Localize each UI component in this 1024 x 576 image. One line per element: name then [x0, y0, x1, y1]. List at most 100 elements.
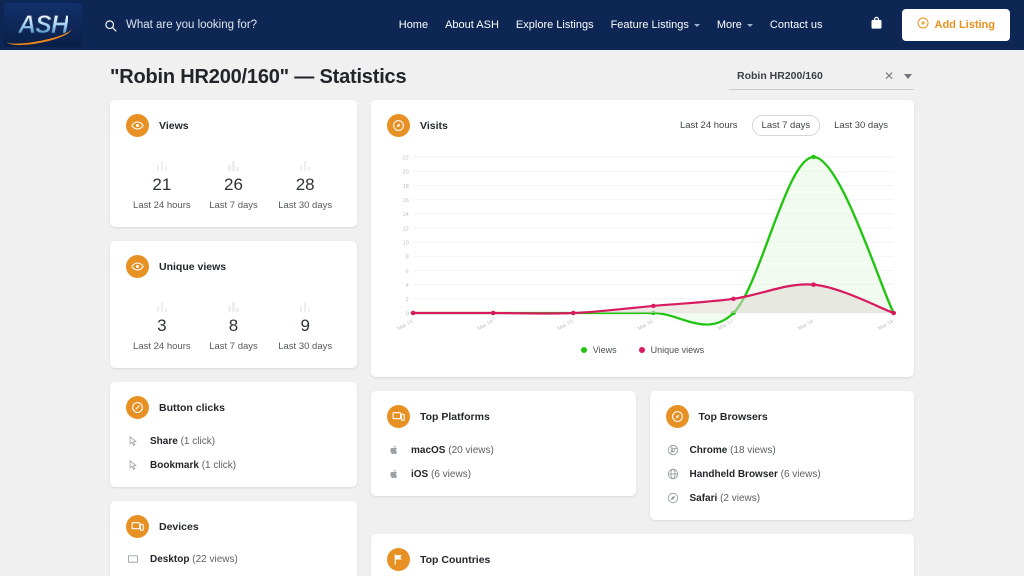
list-item-label: Desktop (22 views) — [150, 554, 238, 565]
svg-text:16: 16 — [403, 198, 409, 204]
devices-icon — [126, 515, 149, 538]
top-navbar: ASH Home About ASH Explore Listings Feat… — [0, 0, 1024, 50]
search-input[interactable] — [126, 19, 386, 31]
visits-chart: 0 2 4 6 8 10 12 14 16 18 20 22 Mar 13 Mar 14 Mar 15 Ma… — [387, 149, 898, 361]
list-item: Share (1 click) — [126, 435, 341, 447]
nav-item-label: Home — [398, 19, 429, 31]
nav-item-label: Contact us — [769, 19, 823, 31]
card-header: Devices — [126, 515, 341, 538]
card-header: Top Platforms — [387, 405, 620, 428]
nav-item-explore-listings[interactable]: Explore Listings — [516, 19, 594, 31]
list-item-detail: (2 views) — [720, 492, 761, 504]
globe-icon — [666, 468, 680, 480]
stat-last-7-days: 8 Last 7 days — [198, 298, 270, 352]
card-header: Unique views — [126, 255, 341, 278]
card-header: Button clicks — [126, 396, 341, 419]
shopping-bag-icon[interactable] — [869, 15, 884, 36]
list-item: macOS (20 views) — [387, 444, 620, 456]
tab-last-7-days[interactable]: Last 7 days — [751, 115, 821, 136]
bar-chart-icon — [269, 157, 341, 171]
card-title: Devices — [159, 520, 199, 533]
top-platforms-card: Top Platforms macOS (20 views) iOS (6 vi… — [371, 391, 636, 496]
stat-value: 3 — [157, 316, 167, 335]
svg-text:Mar 19: Mar 19 — [877, 319, 895, 332]
nav-item-more[interactable]: More — [717, 19, 753, 31]
stat-value: 28 — [295, 175, 315, 194]
browsers-list: Chrome (18 views) Handheld Browser (6 vi… — [666, 444, 899, 504]
button-clicks-card: Button clicks Share (1 click) Bookmark (… — [110, 382, 357, 487]
add-listing-button[interactable]: Add Listing — [901, 9, 1010, 41]
list-item-label: Bookmark (1 click) — [150, 460, 236, 471]
views-card: Views 21 Last 24 hours 26 Last 7 days 28… — [110, 100, 357, 227]
legend-item-unique-views[interactable]: Unique views — [638, 345, 705, 355]
desktop-icon — [126, 554, 140, 565]
nav-item-about-ash[interactable]: About ASH — [445, 19, 499, 31]
list-item-label: Share (1 click) — [150, 436, 215, 447]
nav-item-label: Explore Listings — [515, 19, 594, 31]
bar-chart-icon — [126, 298, 198, 312]
svg-text:10: 10 — [403, 241, 409, 247]
right-column: Visits Last 24 hours Last 7 days Last 30… — [371, 100, 914, 576]
svg-text:4: 4 — [406, 283, 409, 289]
chevron-down-icon — [693, 23, 700, 27]
left-column: Views 21 Last 24 hours 26 Last 7 days 28… — [110, 100, 357, 576]
safari-icon — [666, 492, 680, 504]
stat-label: Last 7 days — [209, 341, 258, 352]
views-stats: 21 Last 24 hours 26 Last 7 days 28 Last … — [126, 157, 341, 211]
stat-label: Last 24 hours — [133, 200, 191, 211]
list-item-label: Chrome (18 views) — [690, 445, 776, 456]
list-item-name: Safari — [689, 492, 718, 504]
legend-label: Unique views — [650, 345, 705, 355]
stat-value: 9 — [300, 316, 310, 335]
visits-card: Visits Last 24 hours Last 7 days Last 30… — [371, 100, 914, 377]
listing-select[interactable]: Robin HR200/160 ✕ — [729, 66, 914, 90]
list-item: Chrome (18 views) — [666, 444, 899, 456]
svg-text:8: 8 — [406, 255, 409, 261]
card-title: Top Countries — [420, 553, 491, 566]
unique-views-stats: 3 Last 24 hours 8 Last 7 days 9 Last 30 … — [126, 298, 341, 352]
nav-item-label: More — [716, 19, 742, 31]
list-item-label: iOS (6 views) — [411, 469, 471, 480]
svg-text:Mar 16: Mar 16 — [637, 319, 655, 332]
list-item: Handheld Browser (6 views) — [666, 468, 899, 480]
top-countries-card: Top Countries — [371, 534, 914, 576]
stat-label: Last 30 days — [278, 200, 333, 211]
nav-item-contact-us[interactable]: Contact us — [770, 19, 823, 31]
nav-item-feature-listings[interactable]: Feature Listings — [611, 19, 700, 31]
chart-x-axis-labels: Mar 13 Mar 14 Mar 15 Mar 16 Mar 17 Mar 18 Mar … — [397, 319, 895, 332]
card-header: Visits Last 24 hours Last 7 days Last 30… — [387, 114, 898, 137]
chevron-down-icon[interactable] — [904, 73, 912, 79]
legend-label: Views — [592, 345, 617, 355]
unique-views-card: Unique views 3 Last 24 hours 8 Last 7 da… — [110, 241, 357, 368]
ash-logo[interactable]: ASH — [4, 3, 82, 47]
svg-text:20: 20 — [403, 170, 409, 176]
devices-icon — [387, 405, 410, 428]
search-bar[interactable] — [104, 19, 386, 32]
svg-text:12: 12 — [403, 226, 409, 232]
close-icon[interactable]: ✕ — [884, 70, 894, 82]
bar-chart-icon — [126, 157, 198, 171]
time-range-tabs: Last 24 hours Last 7 days Last 30 days — [670, 115, 898, 136]
svg-text:6: 6 — [406, 269, 409, 275]
card-header: Top Browsers — [665, 405, 899, 428]
tab-last-24-hours[interactable]: Last 24 hours — [670, 115, 748, 136]
svg-text:Mar 18: Mar 18 — [797, 319, 815, 332]
card-title: Visits — [420, 119, 448, 132]
chevron-down-icon — [746, 23, 753, 27]
nav-links: Home About ASH Explore Listings Feature … — [399, 19, 823, 31]
tab-last-30-days[interactable]: Last 30 days — [824, 115, 898, 136]
nav-item-home[interactable]: Home — [399, 19, 428, 31]
svg-text:Mar 14: Mar 14 — [477, 319, 495, 332]
list-item-detail: (6 views) — [780, 468, 821, 480]
stat-label: Last 7 days — [209, 200, 258, 211]
legend-item-views[interactable]: Views — [580, 345, 617, 355]
cursor-icon — [126, 459, 140, 471]
list-item-detail: (1 click) — [201, 459, 237, 471]
list-item: Desktop (22 views) — [126, 554, 341, 565]
svg-text:Mar 15: Mar 15 — [557, 319, 575, 332]
list-item-detail: (20 views) — [448, 444, 494, 456]
platforms-browsers-row: Top Platforms macOS (20 views) iOS (6 vi… — [371, 391, 914, 520]
legend-color-swatch — [638, 347, 645, 353]
list-item-name: Handheld Browser — [689, 468, 778, 480]
listing-select-icons: ✕ — [884, 70, 912, 82]
